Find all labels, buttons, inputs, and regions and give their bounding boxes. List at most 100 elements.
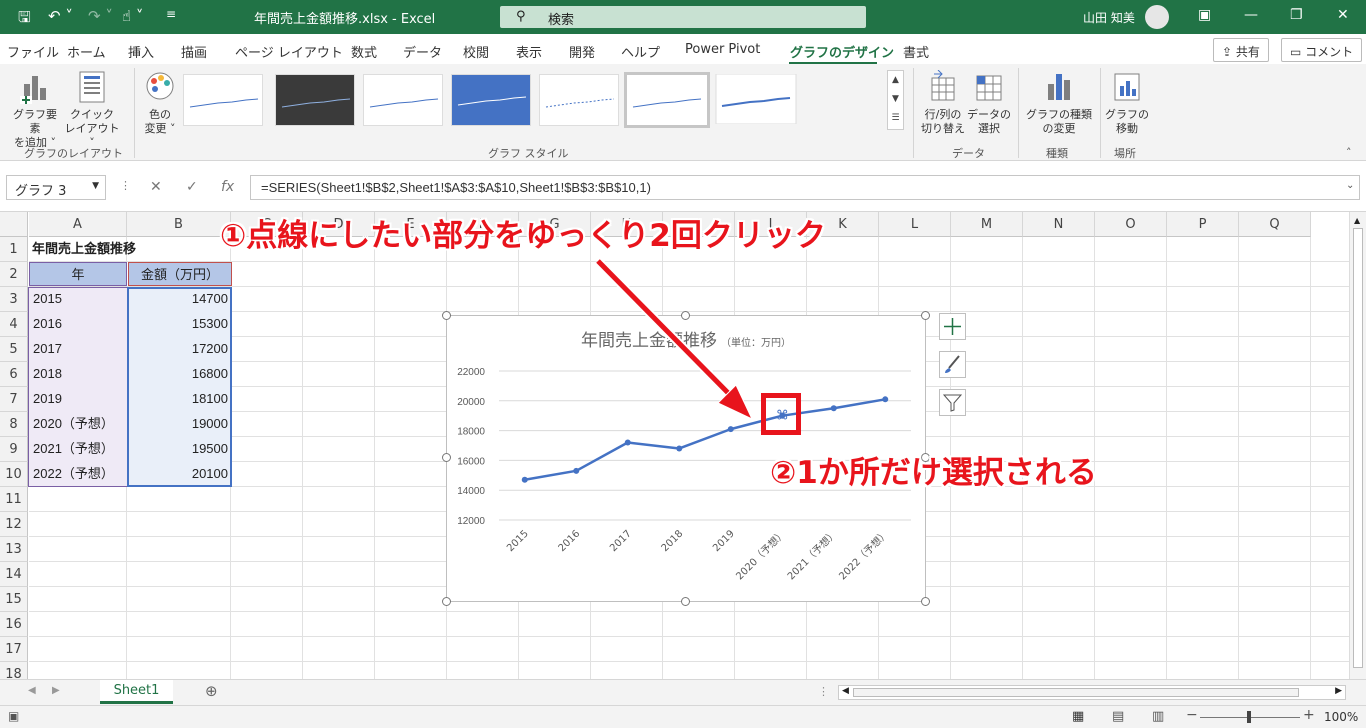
scroll-left-icon[interactable]: ◀	[842, 686, 849, 696]
column-header-l[interactable]: L	[879, 212, 951, 237]
page-break-view-icon[interactable]: ▥	[1152, 709, 1164, 724]
vertical-scrollbar[interactable]: ▲	[1349, 212, 1366, 679]
gallery-scroll[interactable]: ▲ ▼ ☰	[887, 70, 904, 130]
normal-view-icon[interactable]: ▦	[1072, 709, 1084, 724]
cell-year[interactable]: 2021（予想）	[29, 437, 127, 462]
horizontal-scroll-thumb[interactable]	[853, 688, 1299, 697]
data-point[interactable]	[573, 467, 580, 474]
tab-home[interactable]: ホーム	[67, 42, 106, 61]
chart-style-4[interactable]	[451, 74, 531, 126]
tab-file[interactable]: ファイル	[7, 42, 59, 61]
undo-icon[interactable]: ↶ ˅	[48, 7, 73, 25]
column-header-a[interactable]: A	[29, 212, 127, 237]
cell-year[interactable]: 2016	[29, 312, 127, 337]
vertical-scroll-thumb[interactable]	[1353, 228, 1363, 668]
insert-function-icon[interactable]: fx	[221, 179, 234, 195]
zoom-slider-thumb[interactable]	[1247, 711, 1251, 723]
zoom-in-icon[interactable]: +	[1303, 707, 1315, 723]
resize-handle-ml[interactable]	[442, 453, 451, 462]
tab-help[interactable]: ヘルプ	[621, 42, 660, 61]
select-all-corner[interactable]	[0, 212, 28, 237]
chart-style-6-selected[interactable]	[624, 72, 710, 128]
chart-styles-button[interactable]	[939, 351, 966, 378]
row-header-7[interactable]: 7	[0, 387, 28, 412]
cell-amount[interactable]: 17200	[128, 337, 232, 362]
row-header-6[interactable]: 6	[0, 362, 28, 387]
row-header-5[interactable]: 5	[0, 337, 28, 362]
tab-page-layout[interactable]: ページ レイアウト	[235, 42, 343, 61]
chart-elements-button[interactable]	[939, 313, 966, 340]
ribbon-display-icon[interactable]: ▣	[1198, 7, 1211, 23]
row-header-4[interactable]: 4	[0, 312, 28, 337]
minimize-icon[interactable]: —	[1244, 7, 1258, 23]
cell-a1-title[interactable]: 年間売上金額推移	[28, 237, 140, 262]
save-icon[interactable]: 🖫	[18, 7, 31, 32]
tab-view[interactable]: 表示	[516, 42, 542, 61]
row-header-13[interactable]: 13	[0, 537, 28, 562]
row-header-16[interactable]: 16	[0, 612, 28, 637]
add-sheet-icon[interactable]: ⊕	[205, 682, 218, 700]
prev-sheet-icon[interactable]: ◀	[28, 685, 36, 696]
data-point[interactable]	[624, 439, 631, 446]
restore-icon[interactable]: ❐	[1290, 7, 1303, 23]
formula-input[interactable]: =SERIES(Sheet1!$B$2,Sheet1!$A$3:$A$10,Sh…	[250, 175, 1360, 200]
chart-style-7[interactable]	[714, 73, 882, 126]
gallery-up-icon[interactable]: ▲	[892, 75, 899, 85]
column-header-n[interactable]: N	[1023, 212, 1095, 237]
row-header-17[interactable]: 17	[0, 637, 28, 662]
cell-amount[interactable]: 16800	[128, 362, 232, 387]
data-point[interactable]	[521, 476, 528, 483]
resize-handle-tl[interactable]	[442, 311, 451, 320]
chart-filters-button[interactable]	[939, 389, 966, 416]
cell-year[interactable]: 2020（予想）	[29, 412, 127, 437]
row-header-3[interactable]: 3	[0, 287, 28, 312]
name-box-dropdown-icon[interactable]: ▼	[92, 181, 99, 191]
tab-developer[interactable]: 開発	[569, 42, 595, 61]
redo-icon[interactable]: ↷ ˅	[88, 7, 113, 25]
touch-mode-icon[interactable]: ☝ ˅	[122, 7, 143, 25]
gallery-down-icon[interactable]: ▼	[892, 94, 899, 104]
cell-a2-header-year[interactable]: 年	[29, 262, 127, 286]
resize-handle-bl[interactable]	[442, 597, 451, 606]
row-header-10[interactable]: 10	[0, 462, 28, 487]
cell-amount[interactable]: 20100	[128, 462, 232, 487]
enter-icon[interactable]: ✓	[186, 179, 198, 195]
cell-year[interactable]: 2018	[29, 362, 127, 387]
cell-year[interactable]: 2019	[29, 387, 127, 412]
change-chart-type-button[interactable]: グラフの種類 の変更	[1024, 70, 1094, 136]
gallery-more-icon[interactable]: ☰	[891, 113, 899, 123]
cell-year[interactable]: 2022（予想）	[29, 462, 127, 487]
zoom-out-icon[interactable]: −	[1186, 707, 1198, 723]
cell-b2-header-amount[interactable]: 金額（万円）	[128, 262, 232, 286]
row-header-1[interactable]: 1	[0, 237, 28, 262]
column-header-m[interactable]: M	[951, 212, 1023, 237]
cell-amount[interactable]: 18100	[128, 387, 232, 412]
column-header-p[interactable]: P	[1167, 212, 1239, 237]
row-header-8[interactable]: 8	[0, 412, 28, 437]
chart-style-2[interactable]	[275, 74, 355, 126]
customize-qat-icon[interactable]: ≡	[166, 7, 176, 21]
search-box[interactable]: ⚲ 検索	[500, 6, 866, 28]
tab-formulas[interactable]: 数式	[351, 42, 377, 61]
data-point[interactable]	[882, 396, 889, 403]
move-chart-button[interactable]: グラフの 移動	[1104, 70, 1150, 136]
chart-style-1[interactable]	[183, 74, 263, 126]
column-header-o[interactable]: O	[1095, 212, 1167, 237]
resize-handle-br[interactable]	[921, 597, 930, 606]
name-box[interactable]: グラフ 3 ▼	[6, 175, 106, 200]
scroll-up-icon[interactable]: ▲	[1354, 216, 1360, 225]
next-sheet-icon[interactable]: ▶	[52, 685, 60, 696]
row-header-12[interactable]: 12	[0, 512, 28, 537]
resize-handle-tr[interactable]	[921, 311, 930, 320]
resize-handle-bm[interactable]	[681, 597, 690, 606]
page-layout-view-icon[interactable]: ▤	[1112, 709, 1124, 724]
chart-style-5[interactable]	[539, 74, 619, 126]
cell-amount[interactable]: 15300	[128, 312, 232, 337]
user-name[interactable]: 山田 知美	[1083, 9, 1135, 26]
tab-chart-design[interactable]: グラフのデザイン	[790, 42, 894, 61]
quick-layout-button[interactable]: クイック レイアウト ˅	[63, 70, 121, 150]
row-header-14[interactable]: 14	[0, 562, 28, 587]
change-colors-button[interactable]: 色の 変更 ˅	[138, 70, 182, 136]
tab-draw[interactable]: 描画	[181, 42, 207, 61]
avatar[interactable]	[1145, 5, 1169, 29]
